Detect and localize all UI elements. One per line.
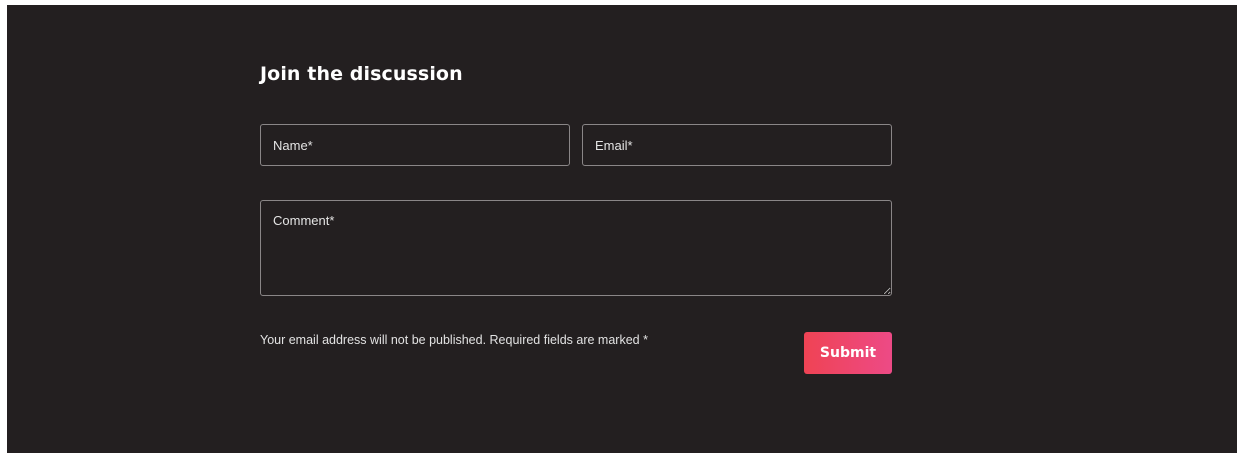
section-title: Join the discussion [260, 63, 463, 85]
comment-section: Join the discussion Your email address w… [7, 5, 1237, 453]
submit-button[interactable]: Submit [804, 332, 892, 374]
email-field[interactable] [582, 124, 892, 166]
required-fields-note: Your email address will not be published… [260, 333, 648, 347]
comment-field[interactable] [260, 200, 892, 296]
name-field[interactable] [260, 124, 570, 166]
